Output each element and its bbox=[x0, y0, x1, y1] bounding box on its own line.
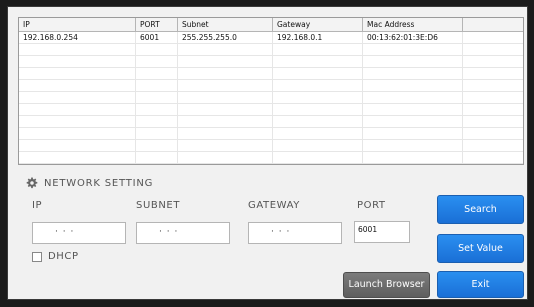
table-row-empty bbox=[19, 128, 523, 140]
gear-icon bbox=[26, 177, 38, 189]
col-header-extra bbox=[463, 18, 523, 31]
ip-label: IP bbox=[32, 200, 43, 211]
dhcp-option[interactable]: DHCP bbox=[32, 251, 79, 262]
device-finder-window: IP PORT Subnet Gateway Mac Address 192.1… bbox=[7, 6, 528, 300]
cell-gateway: 192.168.0.1 bbox=[273, 32, 363, 43]
table-row-empty bbox=[19, 56, 523, 68]
cell-mac-address: 00:13:62:01:3E:D6 bbox=[363, 32, 463, 43]
table-row-empty bbox=[19, 68, 523, 80]
search-button[interactable]: Search bbox=[437, 195, 524, 224]
dhcp-label: DHCP bbox=[48, 251, 79, 262]
table-row-empty bbox=[19, 80, 523, 92]
cell-port: 6001 bbox=[136, 32, 178, 43]
gateway-label: GATEWAY bbox=[248, 200, 300, 211]
set-value-button[interactable]: Set Value bbox=[437, 234, 524, 263]
col-header-mac-address[interactable]: Mac Address bbox=[363, 18, 463, 31]
network-setting-header: NETWORK SETTING bbox=[26, 176, 153, 190]
table-row-empty bbox=[19, 140, 523, 152]
table-row[interactable]: 192.168.0.254 6001 255.255.255.0 192.168… bbox=[19, 32, 523, 44]
exit-button[interactable]: Exit bbox=[437, 271, 524, 298]
dhcp-checkbox[interactable] bbox=[32, 251, 42, 262]
table-row-empty bbox=[19, 116, 523, 128]
table-row-empty bbox=[19, 152, 523, 164]
col-header-subnet[interactable]: Subnet bbox=[178, 18, 273, 31]
launch-browser-button[interactable]: Launch Browser bbox=[343, 272, 430, 298]
table-row-empty bbox=[19, 92, 523, 104]
cell-subnet: 255.255.255.0 bbox=[178, 32, 273, 43]
cell-ip: 192.168.0.254 bbox=[19, 32, 136, 43]
col-header-port[interactable]: PORT bbox=[136, 18, 178, 31]
table-row-empty bbox=[19, 104, 523, 116]
subnet-input[interactable] bbox=[136, 222, 230, 244]
ip-address-input[interactable] bbox=[32, 222, 126, 244]
col-header-gateway[interactable]: Gateway bbox=[273, 18, 363, 31]
col-header-ip[interactable]: IP bbox=[19, 18, 136, 31]
network-setting-title: NETWORK SETTING bbox=[44, 177, 154, 189]
table-row-empty bbox=[19, 44, 523, 56]
gateway-input[interactable] bbox=[248, 222, 342, 244]
table-body: 192.168.0.254 6001 255.255.255.0 192.168… bbox=[19, 32, 523, 165]
subnet-label: SUBNET bbox=[136, 200, 181, 211]
port-label: PORT bbox=[357, 200, 386, 211]
table-header: IP PORT Subnet Gateway Mac Address bbox=[19, 18, 523, 32]
cell-extra bbox=[463, 32, 523, 43]
port-input[interactable]: 6001 bbox=[354, 221, 410, 243]
table-row-empty bbox=[19, 164, 523, 165]
device-table[interactable]: IP PORT Subnet Gateway Mac Address 192.1… bbox=[18, 17, 524, 165]
